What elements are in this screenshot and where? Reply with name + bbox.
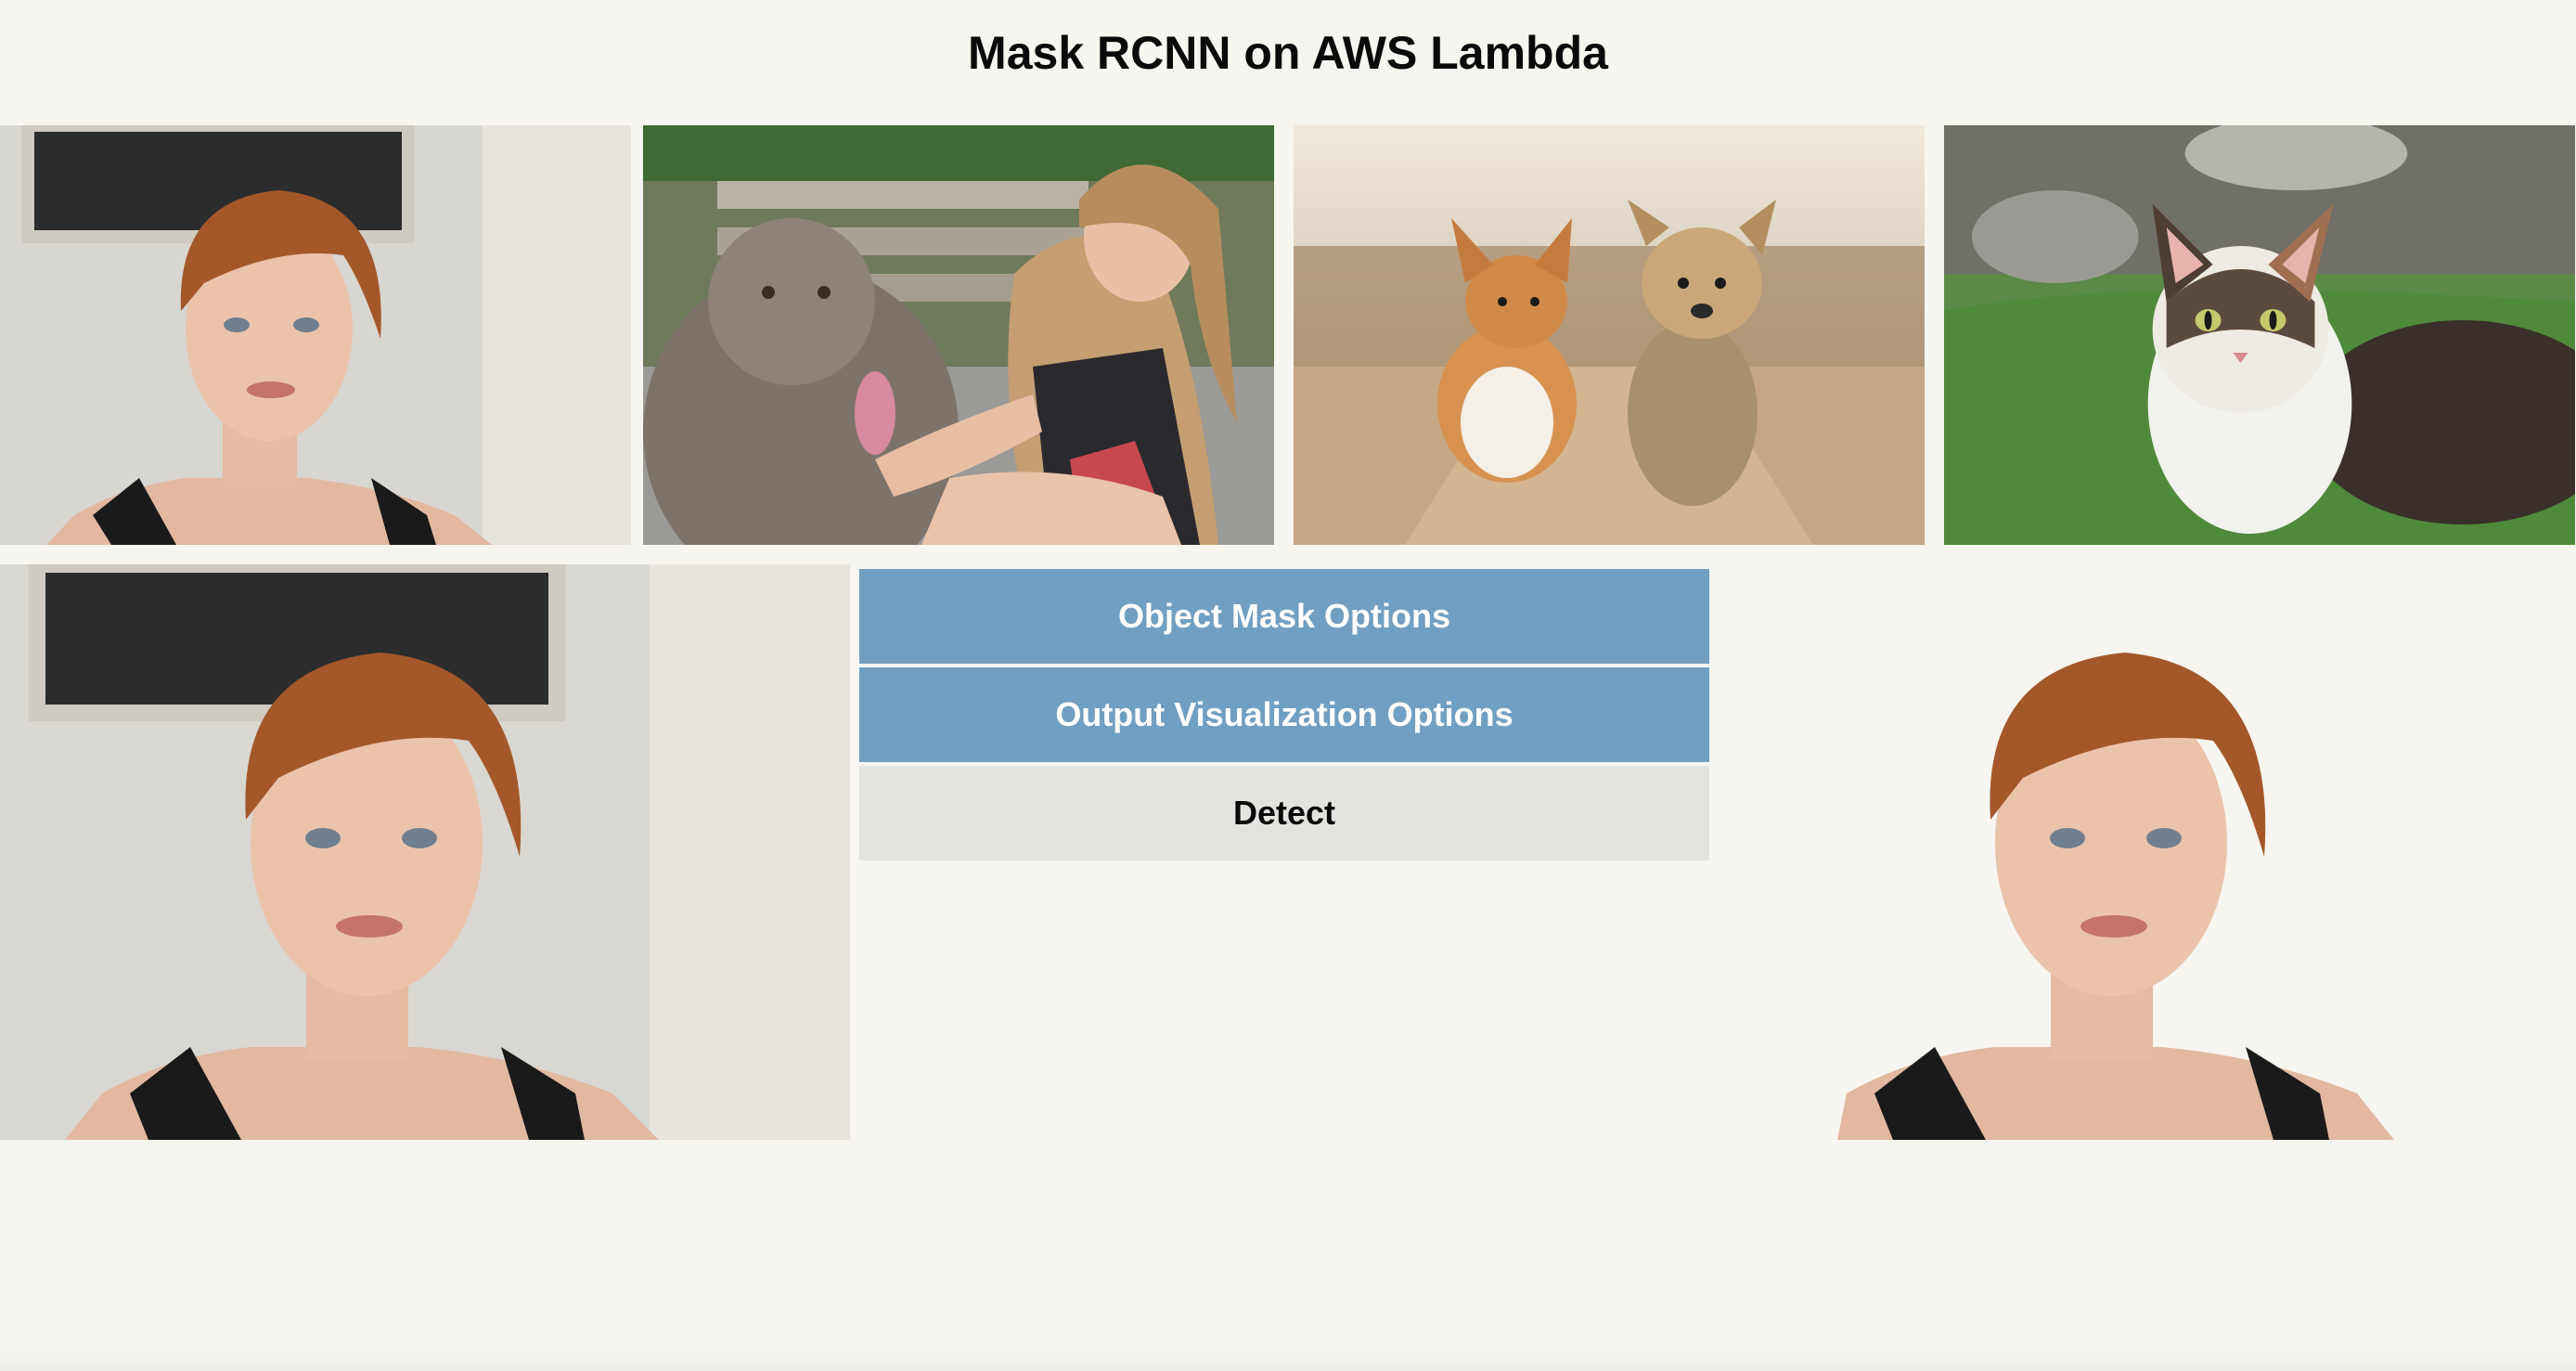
masked-woman-photo-icon — [1837, 653, 2394, 1140]
woman-photo-icon — [0, 125, 631, 545]
output-mask-image — [1837, 564, 2413, 1140]
detect-button[interactable]: Detect — [859, 766, 1709, 860]
object-mask-options-button[interactable]: Object Mask Options — [859, 569, 1709, 664]
thumbnail-woman[interactable] — [0, 125, 631, 545]
woman-dog-photo-icon — [643, 125, 1274, 545]
thumbnail-woman-with-dog[interactable] — [643, 125, 1274, 545]
woman-photo-icon — [0, 564, 850, 1140]
dogs-photo-icon — [1294, 125, 1925, 545]
output-visualization-options-button[interactable]: Output Visualization Options — [859, 667, 1709, 762]
page-bottom-shade — [0, 1343, 2576, 1371]
cat-photo-icon — [1944, 125, 2575, 545]
input-image — [0, 564, 850, 1140]
thumbnail-two-dogs[interactable] — [1294, 125, 1925, 545]
thumbnail-cat[interactable] — [1944, 125, 2575, 545]
page-title: Mask RCNN on AWS Lambda — [968, 27, 1608, 79]
